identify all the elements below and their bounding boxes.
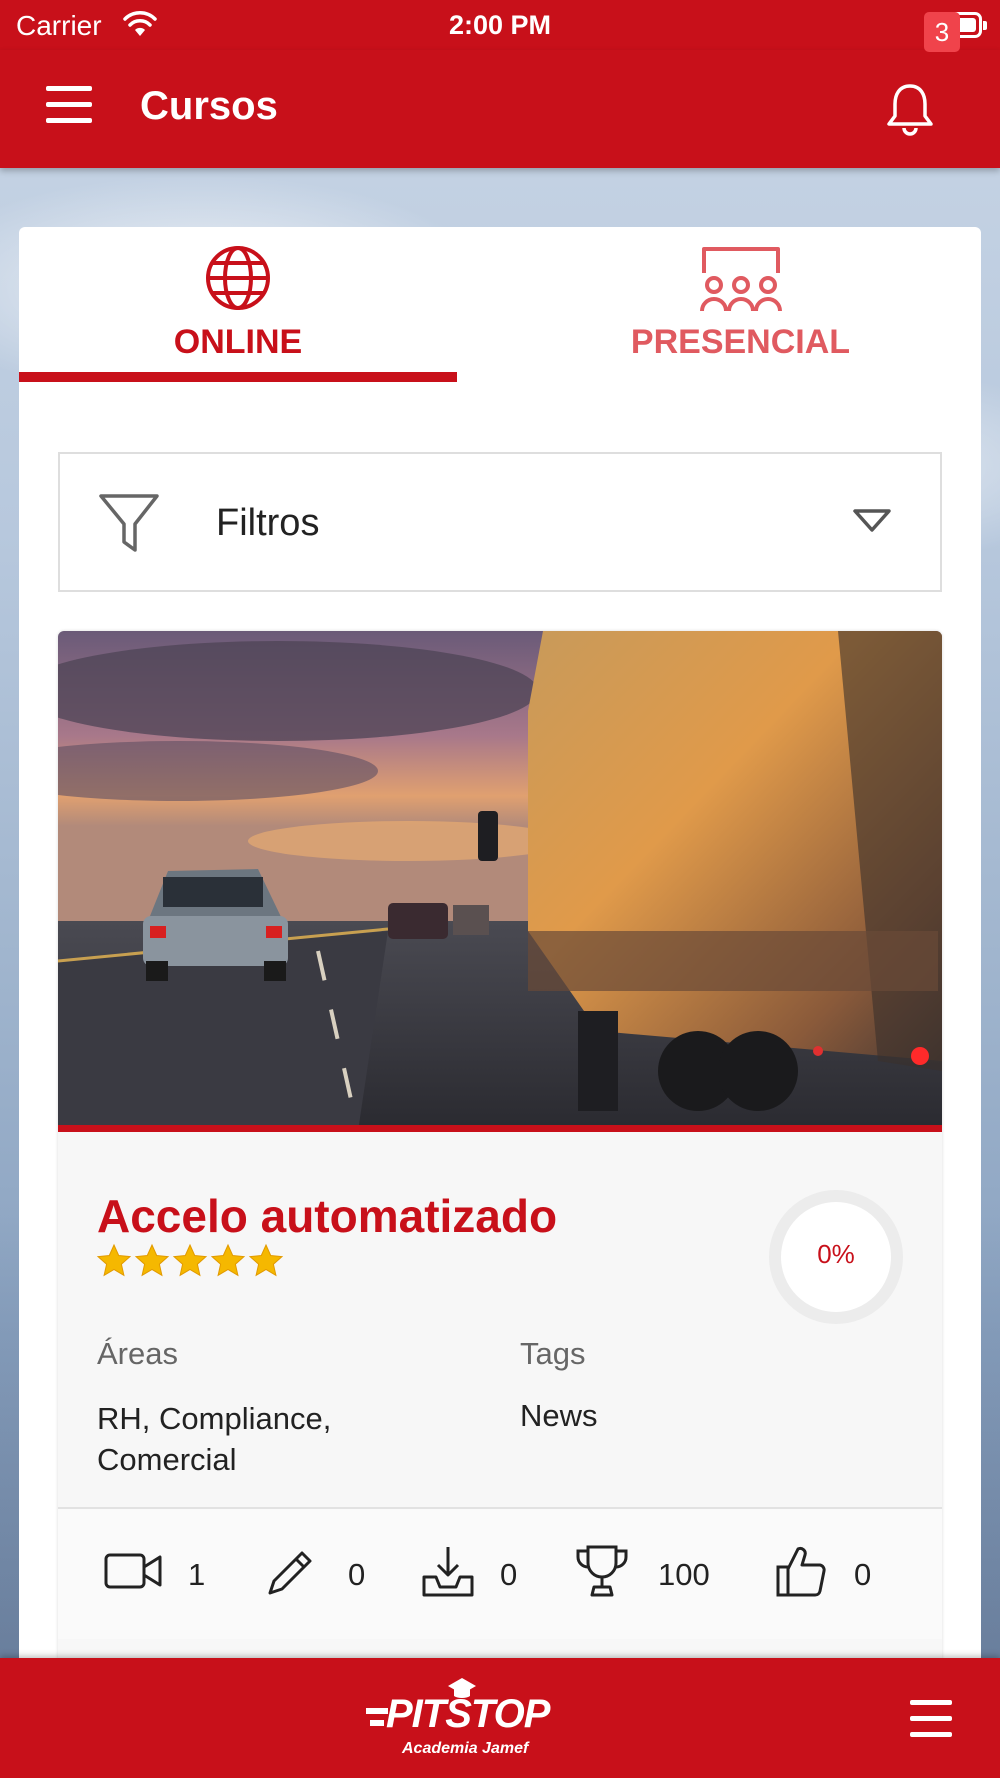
classroom-icon	[699, 247, 782, 312]
menu-line-icon	[910, 1716, 952, 1721]
app-header: Cursos	[0, 50, 1000, 168]
course-title[interactable]: Accelo automatizado	[97, 1189, 557, 1243]
pencil-icon	[268, 1551, 312, 1595]
tags-value: News	[520, 1398, 598, 1433]
tab-presencial-label: PRESENCIAL	[630, 323, 851, 361]
areas-value: RH, Compliance, Comercial	[97, 1401, 332, 1477]
page-title: Cursos	[140, 84, 278, 128]
menu-line-icon	[46, 118, 92, 123]
courses-panel: ONLINE PRESENCIAL Filtros Accelo automat…	[19, 227, 981, 1707]
progress-percentage: 0%	[817, 1239, 855, 1269]
menu-line-icon	[46, 102, 92, 107]
image-accent-bar	[58, 1125, 942, 1132]
globe-icon	[206, 246, 270, 310]
menu-line-icon	[46, 86, 92, 91]
menu-line-icon	[910, 1732, 952, 1737]
menu-line-icon	[910, 1700, 952, 1705]
tab-online[interactable]: ONLINE	[19, 227, 457, 385]
rating-stars	[96, 1243, 284, 1277]
chevron-down-icon	[853, 509, 891, 532]
bottom-menu-button[interactable]	[910, 1700, 952, 1738]
tab-presencial[interactable]: PRESENCIAL	[500, 227, 981, 385]
hamburger-menu-button[interactable]	[46, 86, 92, 126]
logo-subtitle: Academia Jamef	[402, 1740, 529, 1757]
course-thumbnail-image	[58, 631, 942, 1131]
course-stats: 1 0 0 100 0	[58, 1509, 942, 1639]
stat-value: 100	[658, 1557, 710, 1592]
notification-badge[interactable]: 3	[924, 12, 960, 52]
bottom-bar: PITSTOP Academia Jamef	[0, 1658, 1000, 1778]
video-icon	[104, 1553, 162, 1589]
thumbs-up-icon	[776, 1547, 826, 1597]
stat-value: 0	[854, 1557, 872, 1592]
download-icon	[422, 1547, 474, 1597]
tags-label: Tags	[520, 1336, 586, 1371]
active-tab-indicator	[19, 372, 457, 382]
course-type-tabs: ONLINE PRESENCIAL	[19, 227, 981, 385]
stat-value: 1	[188, 1557, 206, 1592]
status-bar: Carrier 2:00 PM	[0, 0, 1000, 50]
bell-icon[interactable]	[884, 80, 936, 138]
areas-label: Áreas	[97, 1336, 178, 1371]
stat-value: 0	[500, 1557, 518, 1592]
clock: 2:00 PM	[448, 10, 552, 40]
tab-online-label: ONLINE	[173, 323, 303, 361]
stat-value: 0	[348, 1557, 366, 1592]
course-card[interactable]: Accelo automatizado 0% Áreas Tags RH, Co…	[58, 631, 942, 1707]
trophy-icon	[576, 1545, 628, 1597]
funnel-icon	[99, 494, 159, 552]
logo-text: PITSTOP	[386, 1692, 550, 1736]
filter-dropdown[interactable]: Filtros	[58, 452, 942, 592]
star-icon	[96, 1243, 284, 1277]
filter-label: Filtros	[216, 502, 320, 544]
